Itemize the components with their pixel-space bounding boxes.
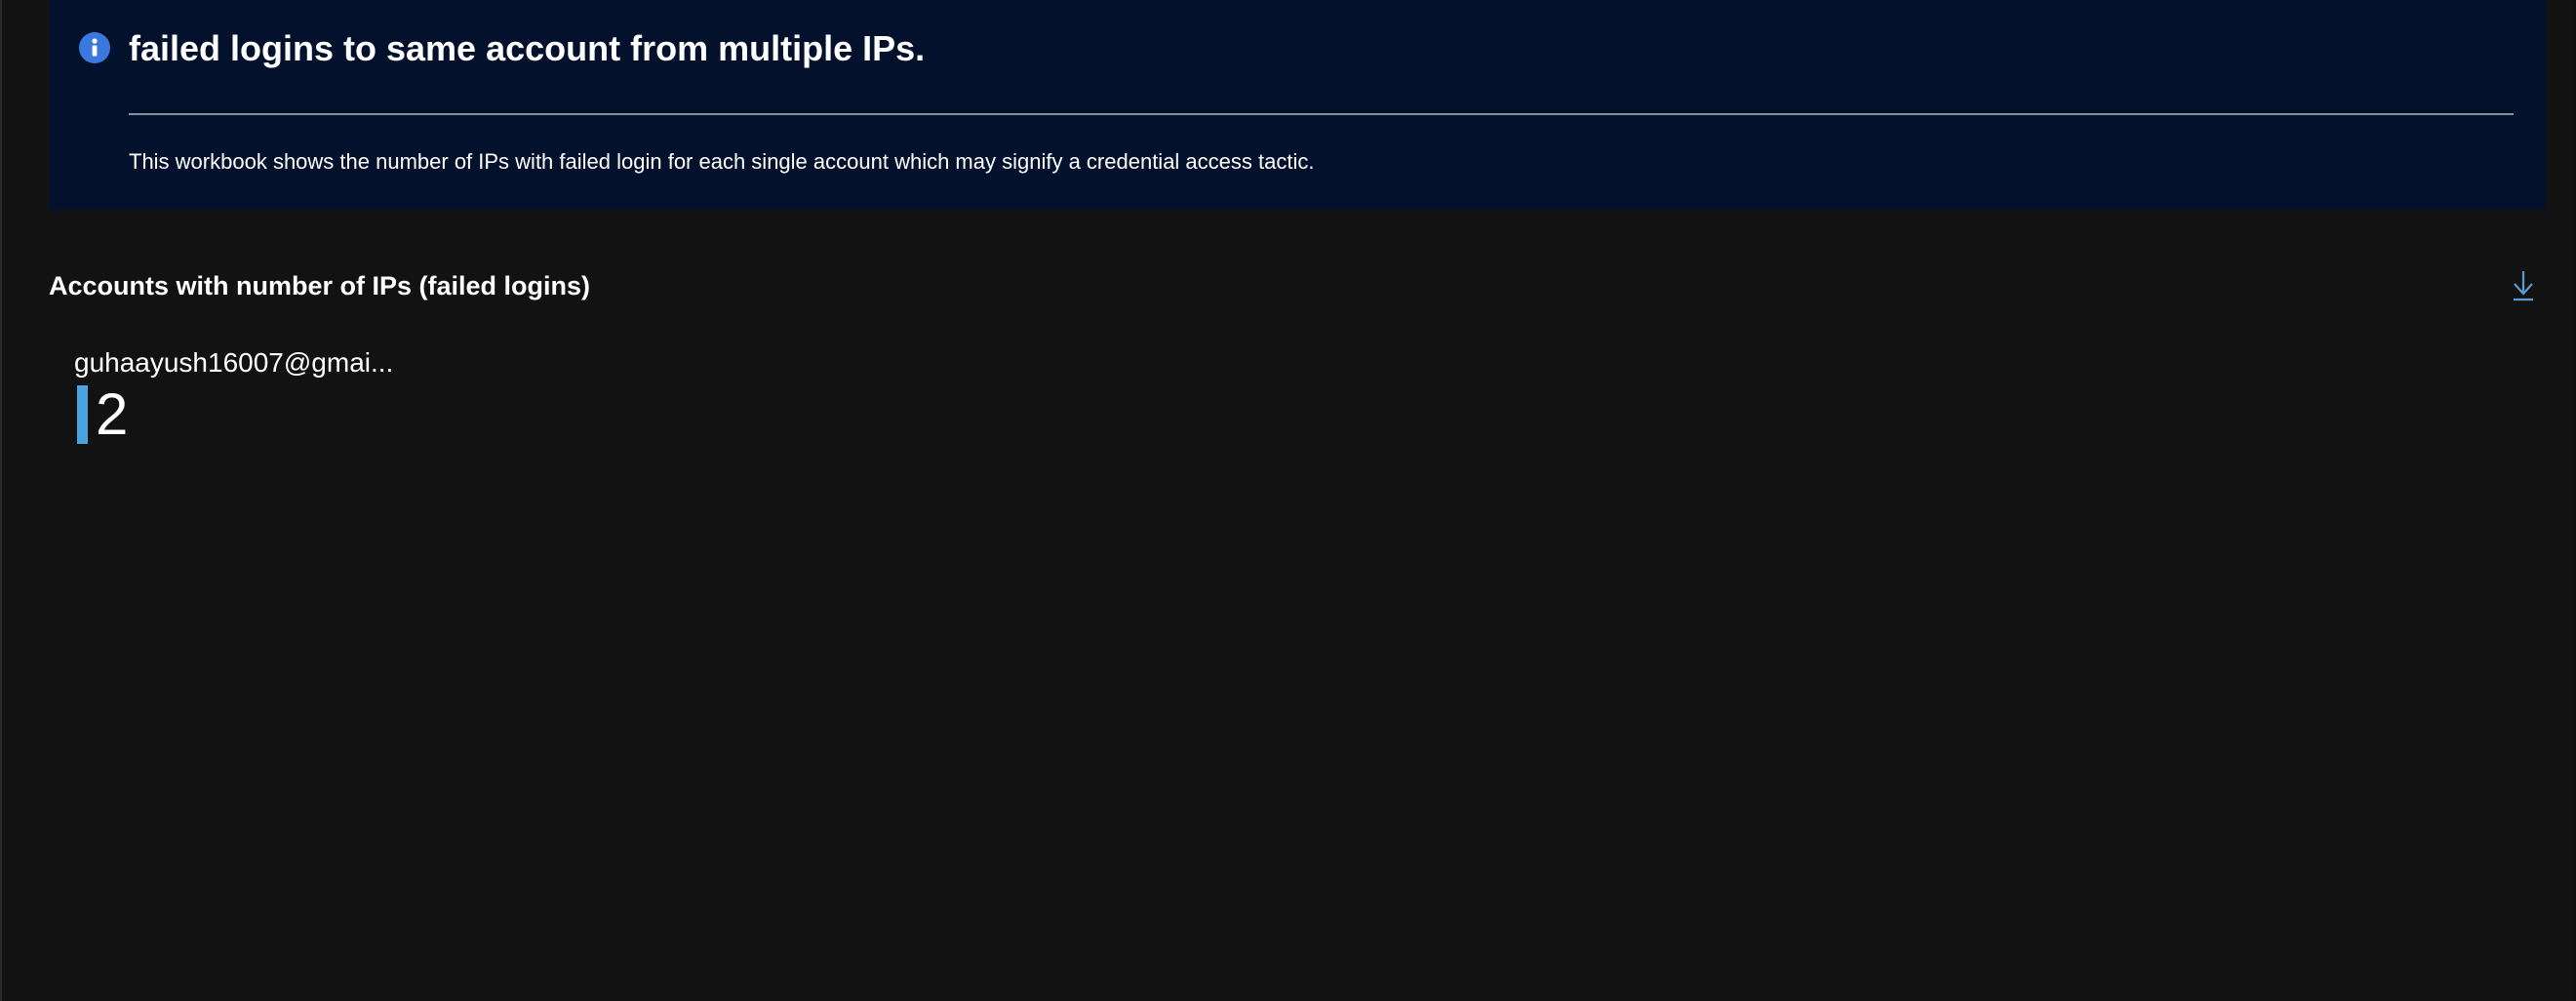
info-description: This workbook shows the number of IPs wi…: [129, 149, 1315, 174]
account-label: guhaayush16007@gmai...: [74, 347, 394, 378]
account-tile[interactable]: guhaayush16007@gmai... 2: [74, 346, 425, 454]
divider: [129, 113, 2514, 115]
tile-title: Accounts with number of IPs (failed logi…: [49, 271, 591, 300]
info-panel: failed logins to same account from multi…: [49, 0, 2546, 210]
info-icon: [79, 32, 110, 63]
metric-accent-bar: [77, 384, 88, 444]
window-left-border: [0, 0, 2, 1001]
account-metric: 2: [74, 380, 425, 447]
window-right-border: [2572, 0, 2576, 1001]
download-icon[interactable]: [2512, 269, 2535, 302]
account-ip-count: 2: [96, 380, 129, 447]
info-title: failed logins to same account from multi…: [129, 28, 926, 68]
